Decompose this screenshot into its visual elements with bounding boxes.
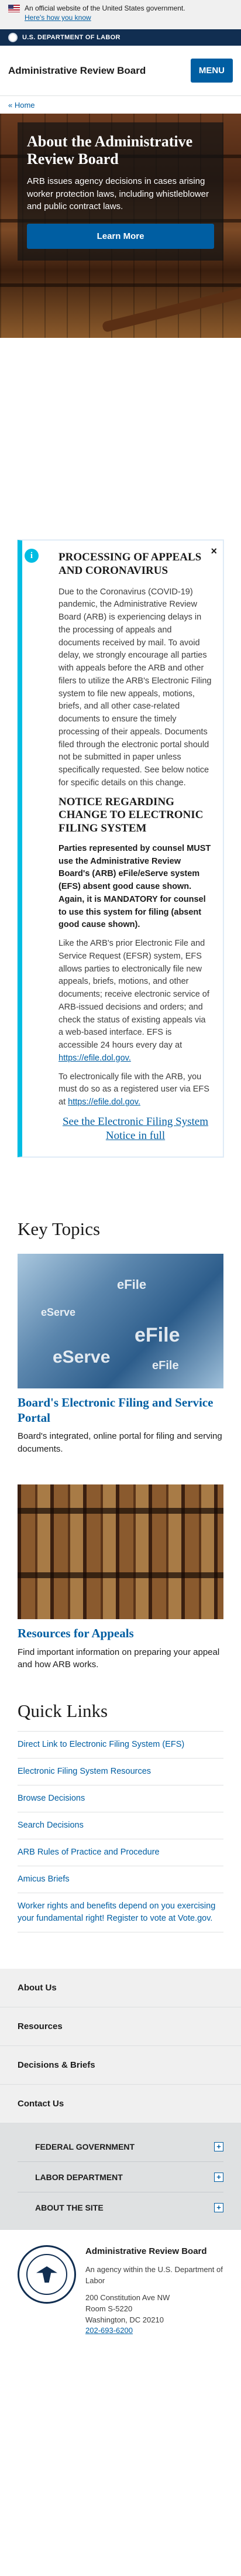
books-band <box>18 1508 223 1514</box>
footer-nav: About Us Resources Decisions & Briefs Co… <box>0 1969 241 2124</box>
info-icon: i <box>25 549 39 563</box>
alert-heading-efs: NOTICE REGARDING CHANGE TO ELECTRONIC FI… <box>58 795 204 835</box>
quick-links-list: Direct Link to Electronic Filing System … <box>18 1731 223 1933</box>
footer-nav-about[interactable]: About Us <box>0 1969 241 2008</box>
topic-title[interactable]: Resources for Appeals <box>18 1626 223 1641</box>
hero-banner: About the Administrative Review Board AR… <box>0 114 241 338</box>
hero-box: About the Administrative Review Board AR… <box>18 122 223 261</box>
accordion-labor-department[interactable]: LABOR DEPARTMENT + <box>18 2162 223 2193</box>
topic-description: Board's integrated, online portal for fi… <box>18 1431 222 1454</box>
gov-banner: An official website of the United States… <box>0 0 241 29</box>
footer-nav-resources[interactable]: Resources <box>0 2007 241 2047</box>
alert-paragraph-text: Like the ARB's prior Electronic File and… <box>58 939 209 1051</box>
topic-title[interactable]: Board's Electronic Filing and Service Po… <box>18 1395 223 1425</box>
agency-label[interactable]: U.S. DEPARTMENT OF LABOR <box>22 34 120 41</box>
topic-description: Find important information on preparing … <box>18 1647 220 1670</box>
alert-mandatory-paragraph: Parties represented by counsel MUST use … <box>58 843 211 930</box>
quick-link[interactable]: Browse Decisions <box>18 1794 85 1803</box>
dol-seal-icon <box>8 33 18 42</box>
list-item: Browse Decisions <box>18 1785 223 1813</box>
footer-accordion: FEDERAL GOVERNMENT + LABOR DEPARTMENT + … <box>0 2123 241 2231</box>
menu-button[interactable]: MENU <box>190 59 233 83</box>
footer-nav-contact[interactable]: Contact Us <box>0 2085 241 2124</box>
efs-notice-link[interactable]: See the Electronic Filing System Notice … <box>58 1115 212 1143</box>
learn-more-button[interactable]: Learn More <box>27 224 214 249</box>
list-item: Direct Link to Electronic Filing System … <box>18 1732 223 1759</box>
efile-image-word: eServe <box>41 1306 76 1319</box>
agency-bar: U.S. DEPARTMENT OF LABOR <box>0 29 241 46</box>
accordion-federal-government[interactable]: FEDERAL GOVERNMENT + <box>18 2132 223 2163</box>
footer-address-line: Washington, DC 20210 <box>85 2315 164 2324</box>
close-icon[interactable]: × <box>211 545 217 557</box>
quick-link[interactable]: Direct Link to Electronic Filing System … <box>18 1740 184 1749</box>
breadcrumb-home-link[interactable]: « Home <box>8 101 35 110</box>
efile-image-word: eServe <box>53 1347 111 1367</box>
dol-seal-logo[interactable] <box>18 2245 76 2304</box>
footer-address-line: Room S-5220 <box>85 2304 133 2313</box>
efile-link[interactable]: https://efile.dol.gov. <box>68 1097 140 1107</box>
quick-links: Quick Links Direct Link to Electronic Fi… <box>0 1701 241 1933</box>
gavel-image <box>101 285 241 333</box>
quick-link[interactable]: Search Decisions <box>18 1821 84 1830</box>
hero-shelf <box>0 283 241 287</box>
footer-phone-link[interactable]: 202-693-6200 <box>85 2326 133 2335</box>
footer-org-name: Administrative Review Board <box>85 2246 207 2257</box>
footer-agency-text: An agency within the U.S. Department of … <box>85 2265 223 2286</box>
topic-card-resources[interactable]: Resources for Appeals Find important inf… <box>18 1484 223 1671</box>
site-header: Administrative Review Board MENU <box>0 46 241 96</box>
covid-alert: × i PROCESSING OF APPEALS AND CORONAVIRU… <box>18 540 223 1158</box>
list-item: Electronic Filing System Resources <box>18 1759 223 1786</box>
accordion-label: FEDERAL GOVERNMENT <box>35 2141 135 2151</box>
how-you-know-link[interactable]: Here's how you know <box>25 13 185 22</box>
footer-address-line: 200 Constitution Ave NW <box>85 2293 170 2302</box>
accordion-label: ABOUT THE SITE <box>35 2203 104 2213</box>
official-site-text: An official website of the United States… <box>25 4 185 12</box>
efile-image: eFile eServe eFile eServe eFile <box>18 1254 223 1389</box>
books-band <box>18 1572 223 1579</box>
efile-image-word: eFile <box>152 1359 179 1373</box>
hero-description: ARB issues agency decisions in cases ari… <box>27 176 209 212</box>
expand-plus-icon[interactable]: + <box>214 2141 223 2151</box>
expand-plus-icon[interactable]: + <box>214 2172 223 2182</box>
alert-paragraph: To electronically file with the ARB, you… <box>58 1071 212 1109</box>
alert-paragraph: Due to the Coronavirus (COVID-19) pandem… <box>58 587 212 788</box>
hero-title: About the Administrative Review Board <box>27 133 193 167</box>
us-flag-icon <box>8 5 20 12</box>
list-item: Amicus Briefs <box>18 1866 223 1894</box>
quick-link[interactable]: Amicus Briefs <box>18 1874 70 1884</box>
footer-nav-decisions[interactable]: Decisions & Briefs <box>0 2046 241 2085</box>
alert-paragraph: Like the ARB's prior Electronic File and… <box>58 938 212 1065</box>
quick-links-heading: Quick Links <box>18 1701 108 1722</box>
dol-seal-inner <box>26 2254 67 2296</box>
quick-link[interactable]: ARB Rules of Practice and Procedure <box>18 1848 160 1857</box>
eagle-icon <box>36 2266 57 2283</box>
breadcrumb: « Home <box>0 96 241 114</box>
topic-card-efile[interactable]: eFile eServe eFile eServe eFile Board's … <box>18 1254 223 1455</box>
efile-image-word: eFile <box>135 1324 180 1347</box>
breadcrumb-home-label: Home <box>14 101 35 110</box>
key-topics-heading: Key Topics <box>18 1219 101 1240</box>
list-item: Worker rights and benefits depend on you… <box>18 1893 223 1933</box>
alert-heading-appeals: PROCESSING OF APPEALS AND CORONAVIRUS <box>58 551 202 577</box>
quick-link[interactable]: Electronic Filing System Resources <box>18 1767 151 1776</box>
expand-plus-icon[interactable]: + <box>214 2203 223 2213</box>
efile-link[interactable]: https://efile.dol.gov. <box>58 1053 131 1063</box>
list-item: Search Decisions <box>18 1812 223 1840</box>
law-books-image <box>18 1484 223 1620</box>
accordion-label: LABOR DEPARTMENT <box>35 2172 123 2182</box>
quick-link[interactable]: Worker rights and benefits depend on you… <box>18 1901 215 1923</box>
accordion-about-site[interactable]: ABOUT THE SITE + <box>18 2192 223 2223</box>
efile-image-word: eFile <box>117 1277 147 1292</box>
footer-org: Administrative Review Board An agency wi… <box>0 2230 241 2355</box>
list-item: ARB Rules of Practice and Procedure <box>18 1839 223 1867</box>
site-title[interactable]: Administrative Review Board <box>8 65 146 77</box>
